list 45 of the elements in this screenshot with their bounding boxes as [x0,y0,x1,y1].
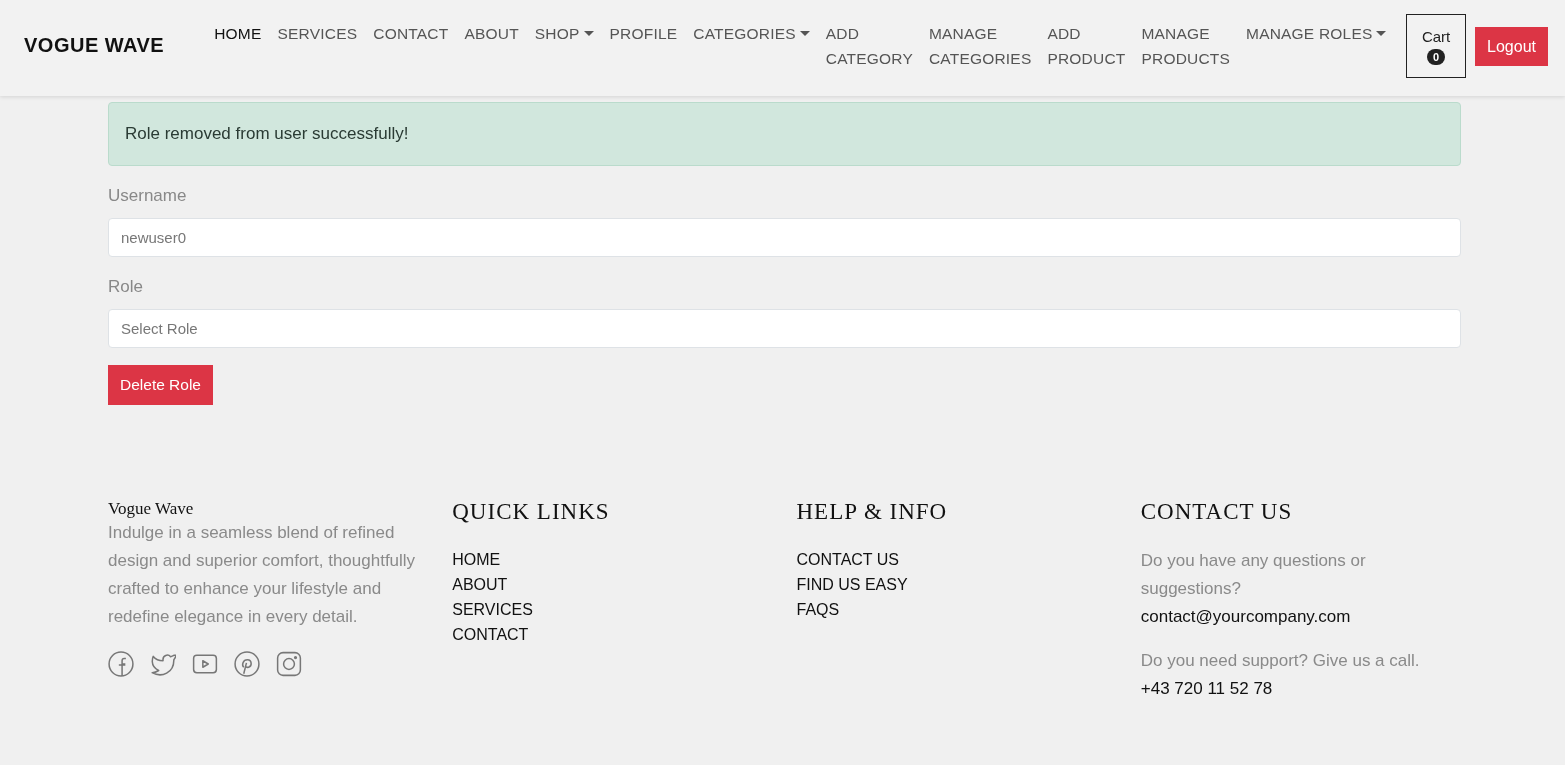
footer-heading: QUICK LINKS [452,499,610,525]
nav-link[interactable]: PROFILE [609,21,678,71]
nav-link[interactable]: CONTACT [373,21,449,71]
nav-link[interactable]: CATEGORIES [693,21,810,71]
contact-question: Do you have any questions or suggestions? [1140,550,1367,600]
phone-link[interactable]: +43 720 11 52 78 [1140,675,1273,703]
footer-link[interactable]: ABOUT [452,572,508,597]
cart-count-badge: 0 [1427,48,1446,65]
bird-icon[interactable] [150,651,176,677]
email-link[interactable]: contact@yourcompany.com [1140,603,1351,631]
pin-icon[interactable] [234,651,260,677]
nav-link[interactable]: ADD CATEGORY [825,21,913,71]
nav-link[interactable]: MANAGE PRODUCTS [1141,21,1231,71]
nav-link[interactable]: MANAGE ROLES [1246,21,1387,71]
footer-link[interactable]: HOME [452,547,501,572]
footer-description: Indulge in a seamless blend of refined design and superior comfort, thoughtfully crafted to enhance your lifestyle and redefine elegance in every detail. [108,522,417,628]
input-field[interactable]: Select Role [108,309,1461,348]
nav-link[interactable]: SERVICES [277,21,358,71]
caret-icon [799,31,810,36]
field-label: Role [108,277,144,297]
footer-link[interactable]: CONTACT US [796,547,900,572]
cart-button[interactable]: Cart 0 [1406,14,1467,78]
footer-heading: CONTACT US [1140,499,1293,525]
camera-icon[interactable] [276,651,302,677]
facebook-icon[interactable] [108,651,134,677]
support-text: Do you need support? Give us a call. [1140,650,1420,672]
footer-link[interactable]: FAQS [796,597,840,622]
success-alert: Role removed from user successfully! [108,102,1461,166]
footer-link[interactable]: SERVICES [452,597,533,622]
logout-button[interactable]: Logout [1475,27,1548,66]
footer-brand: Vogue Wave [108,499,194,519]
nav-link[interactable]: HOME [214,21,262,71]
nav-link[interactable]: MANAGE CATEGORIES [928,21,1032,71]
nav-link[interactable]: ABOUT [464,21,519,71]
footer-heading: HELP & INFO [796,499,948,525]
input-field[interactable]: newuser0 [108,218,1461,257]
logo[interactable]: VOGUE WAVE [24,34,165,57]
footer-link[interactable]: CONTACT [452,622,529,647]
field-label: Username [108,186,188,206]
caret-icon [1376,31,1387,36]
delete-role-button[interactable]: Delete Role [108,365,213,405]
caret-icon [583,31,594,36]
footer-link[interactable]: FIND US EASY [796,572,908,597]
nav-link[interactable]: ADD PRODUCT [1047,21,1126,71]
nav-link[interactable]: SHOP [534,21,594,71]
